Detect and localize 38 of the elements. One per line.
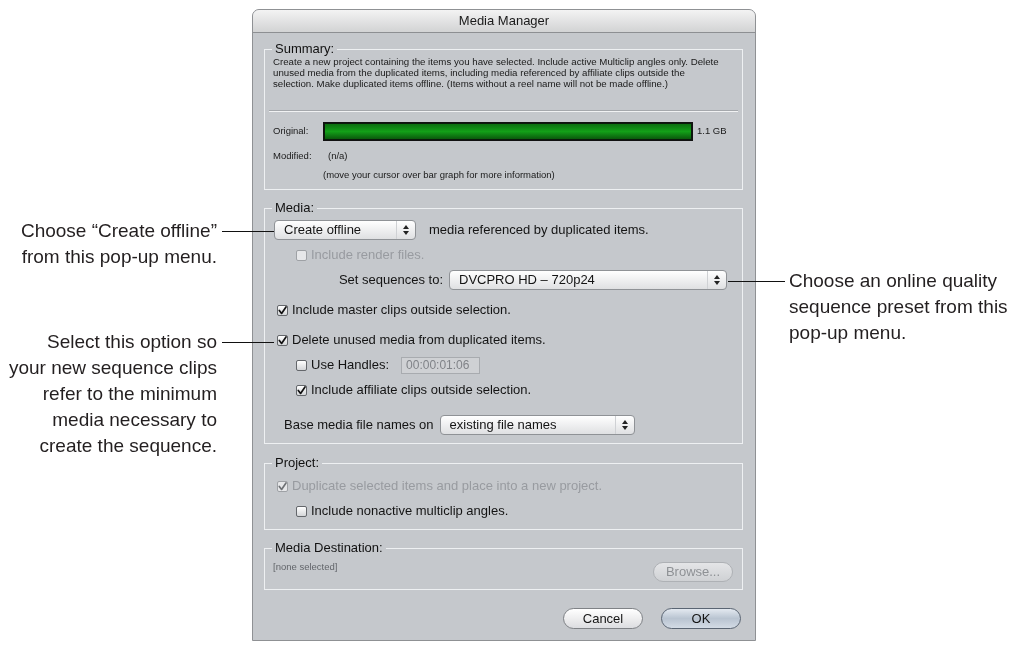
destination-path: [none selected] <box>273 561 338 573</box>
dialog-button[interactable]: Cancel <box>563 608 643 629</box>
checkbox-label: Use Handles: <box>311 356 390 375</box>
checkbox[interactable] <box>296 384 307 396</box>
leader-line <box>222 231 274 232</box>
checkbox-label: Include nonactive multiclip angles. <box>311 502 509 521</box>
window-title: Media Manager <box>458 12 550 31</box>
section-label: Media: <box>274 201 316 215</box>
leader-line <box>728 281 785 282</box>
popup-button[interactable]: existing file names <box>439 415 635 435</box>
up-down-arrows-icon <box>714 275 720 285</box>
size-label: 1.1 GB <box>697 124 727 139</box>
callout-text: Choose an online quality sequence preset from this pop-up menu. <box>789 269 1009 345</box>
popup-label: Set sequences to: <box>338 271 443 290</box>
checkbox[interactable] <box>277 334 288 346</box>
popup-button[interactable]: DVCPRO HD – 720p24 <box>449 270 727 290</box>
checkbox-label: Include master clips outside selection. <box>292 301 511 320</box>
callout-text: Choose “Create offline” from this pop-up menu. <box>20 219 217 269</box>
checkbox[interactable] <box>296 359 307 371</box>
checkbox-label: Include affiliate clips outside selection. <box>311 381 532 400</box>
up-down-arrows-icon <box>621 420 628 430</box>
checkbox[interactable] <box>277 304 288 316</box>
original-label: Original: <box>273 124 310 139</box>
popup-caption: media referenced by duplicated items. <box>429 221 649 240</box>
hint-text: (move your cursor over bar graph for more information) <box>323 169 556 181</box>
dialog-button[interactable]: OK <box>661 608 741 629</box>
leader-line <box>222 342 274 343</box>
section-label: Media Destination: <box>274 541 384 555</box>
checkbox-label: Delete unused media from duplicated items. <box>292 331 546 350</box>
summary-text: Create a new project containing the items you have selected. Include active Multiclip angles only. Delete unused media from the duplicated items, including media referenced by affiliate clips outside the selection. Make duplicated items offline. (Items without a reel name will not be made offline.) <box>273 56 720 89</box>
modified-value: (n/a) <box>328 150 348 162</box>
callout-text: Select this option so your new sequence clips refer to the minimum media necessary to create the sequence. <box>8 330 217 458</box>
popup-button[interactable]: Create offline <box>274 220 416 240</box>
section-label: Project: <box>274 456 321 470</box>
up-down-arrows-icon <box>403 225 409 235</box>
modified-label: Modified: <box>273 150 313 162</box>
section-label: Summary: <box>274 42 336 56</box>
popup-label: Base media file names on <box>284 416 434 435</box>
